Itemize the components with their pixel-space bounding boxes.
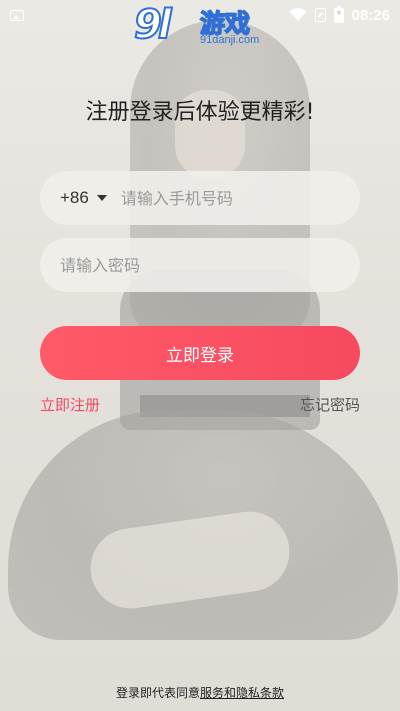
- sim-icon: [314, 8, 326, 22]
- password-input[interactable]: [60, 255, 360, 275]
- watermark-logo: 9l 游戏 91danji.com: [133, 0, 274, 52]
- agreement-conjunction: 和: [224, 686, 237, 700]
- country-code-selector[interactable]: +86: [60, 188, 107, 208]
- page-title: 注册登录后体验更精彩!: [85, 100, 315, 125]
- watermark-mark: 9l: [133, 1, 172, 49]
- watermark-domain: 91danji.com: [200, 34, 260, 46]
- agreement-prefix: 登录即代表同意: [115, 686, 200, 700]
- forgot-password-link[interactable]: 忘记密码: [300, 394, 360, 415]
- gallery-icon: [10, 9, 24, 21]
- wifi-icon: [289, 8, 307, 21]
- login-button[interactable]: 立即登录: [40, 326, 360, 380]
- chevron-down-icon: [96, 195, 107, 201]
- phone-input[interactable]: [120, 188, 360, 208]
- password-field: [40, 238, 360, 292]
- country-code-label: +86: [60, 188, 89, 207]
- agreement-text: 登录即代表同意服务和隐私条款: [0, 684, 400, 701]
- service-terms-link[interactable]: 服务: [200, 686, 224, 700]
- phone-field: +86: [40, 171, 360, 225]
- status-time: 08:26: [351, 6, 390, 24]
- privacy-terms-link[interactable]: 隐私条款: [236, 686, 284, 700]
- login-screen: 08:26 9l 游戏 91danji.com 注册登录后体验更精彩! +86 …: [0, 0, 400, 711]
- battery-icon: [333, 5, 344, 23]
- register-link[interactable]: 立即注册: [40, 394, 100, 415]
